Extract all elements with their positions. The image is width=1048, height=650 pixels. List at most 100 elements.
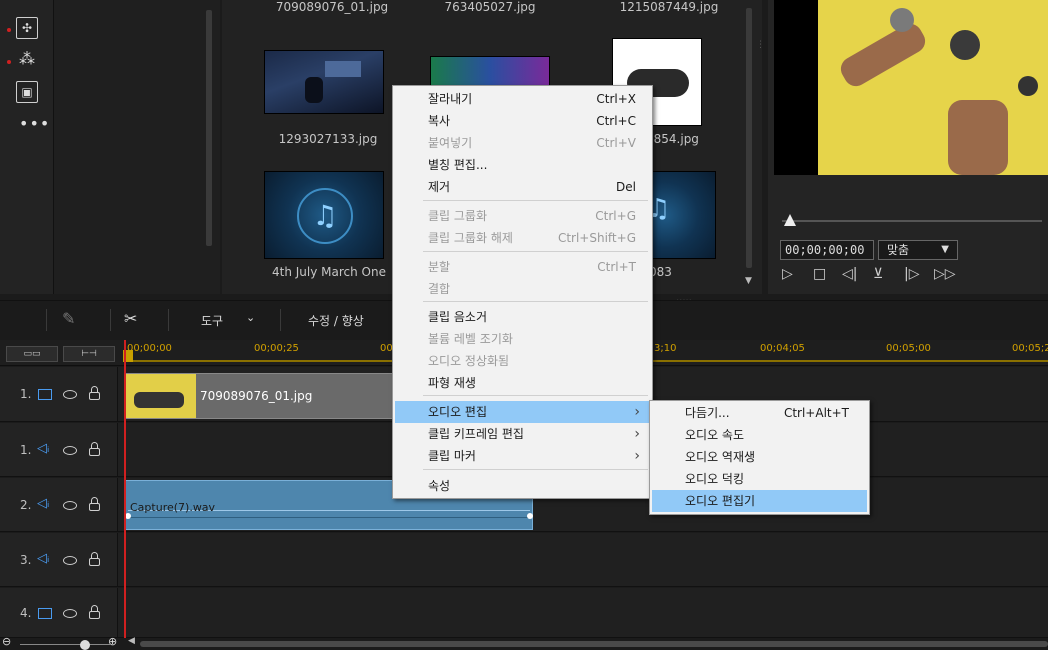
menu-item-label: 볼륨 레벨 조기화	[428, 332, 513, 346]
left-tool-strip: ✣ ⁂ ▣ •••	[0, 0, 54, 294]
pen-icon[interactable]: ✎	[62, 309, 75, 328]
submenu-item[interactable]: 오디오 속도	[652, 424, 867, 446]
music-note-icon: ♫	[297, 188, 353, 244]
lock-icon[interactable]	[89, 442, 100, 456]
media-caption: 1293027133.jpg	[278, 132, 378, 146]
menu-item[interactable]: 파형 재생	[395, 372, 650, 394]
track-number: 4.	[20, 606, 32, 620]
track-header: 4.	[0, 588, 118, 637]
menu-item[interactable]: 별칭 편집...	[395, 154, 650, 176]
chevron-down-icon[interactable]: ⌄	[246, 311, 255, 324]
lock-icon[interactable]	[89, 552, 100, 566]
snapshot-icon[interactable]: ⊻	[873, 266, 883, 282]
audio-track-icon: ◁ᵢ	[37, 551, 50, 566]
menu-item[interactable]: 오디오 편집 ›	[395, 401, 650, 423]
menu-item-label: 복사	[428, 114, 451, 128]
seek-bar[interactable]	[782, 220, 1042, 222]
submenu-item[interactable]: 다듬기... Ctrl+Alt+T	[652, 402, 867, 424]
chevron-right-icon: ›	[634, 448, 640, 464]
seek-handle[interactable]	[784, 214, 796, 226]
menu-item-label: 클립 키프레임 편집	[428, 427, 524, 441]
menu-item-shortcut: Ctrl+G	[595, 209, 636, 223]
submenu-item-shortcut: Ctrl+Alt+T	[783, 406, 849, 420]
zoom-dropdown[interactable]: 맞춤 ▼	[878, 240, 958, 260]
submenu-item-label: 오디오 역재생	[685, 450, 756, 464]
timecode-display[interactable]: 00;00;00;00	[780, 240, 874, 260]
menu-item: 클립 그룹화 해제 Ctrl+Shift+G	[395, 227, 650, 249]
tools-menu[interactable]: 도구	[201, 312, 223, 329]
lock-icon[interactable]	[89, 605, 100, 619]
scissors-icon[interactable]: ✂	[124, 309, 137, 328]
eye-icon[interactable]	[63, 556, 77, 565]
menu-item[interactable]: 복사 Ctrl+C	[395, 110, 650, 132]
room-panel	[54, 0, 220, 294]
menu-item: 오디오 정상화됨	[395, 350, 650, 372]
video-clip[interactable]: 709089076_01.jpg	[125, 373, 415, 419]
eye-icon[interactable]	[63, 390, 77, 399]
media-thumbnail[interactable]	[430, 56, 550, 86]
zoom-slider[interactable]	[20, 644, 110, 645]
menu-item: 붙여넣기 Ctrl+V	[395, 132, 650, 154]
room-scrollbar[interactable]	[204, 0, 214, 260]
scroll-left-icon[interactable]: ◀	[128, 636, 135, 646]
keyframe-handle[interactable]	[527, 513, 533, 519]
ruler-tick: 00	[380, 343, 393, 354]
media-caption: 763405027.jpg	[444, 0, 536, 14]
track-manager-button[interactable]: ▭▭	[6, 346, 58, 362]
more-icon[interactable]: •••	[19, 114, 50, 133]
eye-icon[interactable]	[63, 609, 77, 618]
menu-item[interactable]: 제거 Del	[395, 176, 650, 198]
eye-icon[interactable]	[63, 446, 77, 455]
fix-enhance-button[interactable]: 수정 / 향상	[308, 312, 364, 329]
menu-item-label: 잘라내기	[428, 92, 473, 106]
particle-icon[interactable]: ⁂	[16, 49, 38, 71]
submenu-item[interactable]: 오디오 덕킹	[652, 468, 867, 490]
menu-item[interactable]: 클립 음소거	[395, 306, 650, 328]
menu-item: 클립 그룹화 Ctrl+G	[395, 205, 650, 227]
next-frame-icon[interactable]: |▷	[904, 266, 919, 282]
lock-icon[interactable]	[89, 386, 100, 400]
track-number: 2.	[20, 498, 32, 512]
submenu-item[interactable]: 오디오 역재생	[652, 446, 867, 468]
chevron-down-icon: ▼	[941, 244, 949, 255]
zoom-out-icon[interactable]: ⊖	[2, 635, 11, 648]
fit-timeline-button[interactable]: ⊢⊣	[63, 346, 115, 362]
play-icon[interactable]: ▷	[782, 266, 793, 282]
menu-item-label: 클립 그룹화	[428, 209, 488, 223]
media-caption: 709089076_01.jpg	[275, 0, 389, 14]
menu-separator	[423, 301, 648, 302]
media-thumbnail[interactable]: ♫	[264, 171, 384, 259]
media-thumbnail[interactable]	[264, 50, 384, 114]
zoom-in-icon[interactable]: ⊕	[108, 635, 117, 648]
menu-item[interactable]: 클립 키프레임 편집 ›	[395, 423, 650, 445]
menu-item[interactable]: 속성	[395, 475, 650, 497]
track-header: 2. ◁ᵢ	[0, 478, 118, 531]
media-thumbnail[interactable]: ♫	[652, 171, 716, 259]
lock-icon[interactable]	[89, 497, 100, 511]
menu-item: 결합	[395, 278, 650, 300]
menu-item-label: 클립 마커	[428, 449, 476, 463]
eye-icon[interactable]	[63, 501, 77, 510]
frame-icon[interactable]: ▣	[16, 81, 38, 103]
menu-item-shortcut: Del	[616, 180, 636, 194]
timeline-hscrollbar[interactable]	[140, 641, 1048, 647]
ruler-tick: 00;00;00	[127, 343, 172, 354]
zoom-slider-handle[interactable]	[80, 640, 90, 650]
submenu-item[interactable]: 오디오 편집기	[652, 490, 867, 512]
puzzle-icon[interactable]: ✣	[16, 17, 38, 39]
menu-item-shortcut: Ctrl+C	[596, 114, 636, 128]
clip-label: Capture(7).wav	[130, 501, 216, 514]
menu-item[interactable]: 클립 마커 ›	[395, 445, 650, 467]
menu-item: 볼륨 레벨 조기화	[395, 328, 650, 350]
media-scrollbar[interactable]: ▼	[744, 0, 754, 294]
prev-frame-icon[interactable]: ◁|	[842, 266, 857, 282]
chevron-right-icon: ›	[634, 404, 640, 420]
fast-forward-icon[interactable]: ▷▷	[934, 266, 956, 282]
playhead-line[interactable]	[124, 340, 126, 640]
submenu-item-label: 오디오 편집기	[685, 494, 756, 508]
stop-icon[interactable]: □	[813, 266, 826, 282]
menu-item[interactable]: 잘라내기 Ctrl+X	[395, 88, 650, 110]
menu-separator	[423, 469, 648, 470]
panel-splitter[interactable]: ⋮	[756, 40, 765, 50]
music-note-icon: ♫	[653, 194, 670, 224]
